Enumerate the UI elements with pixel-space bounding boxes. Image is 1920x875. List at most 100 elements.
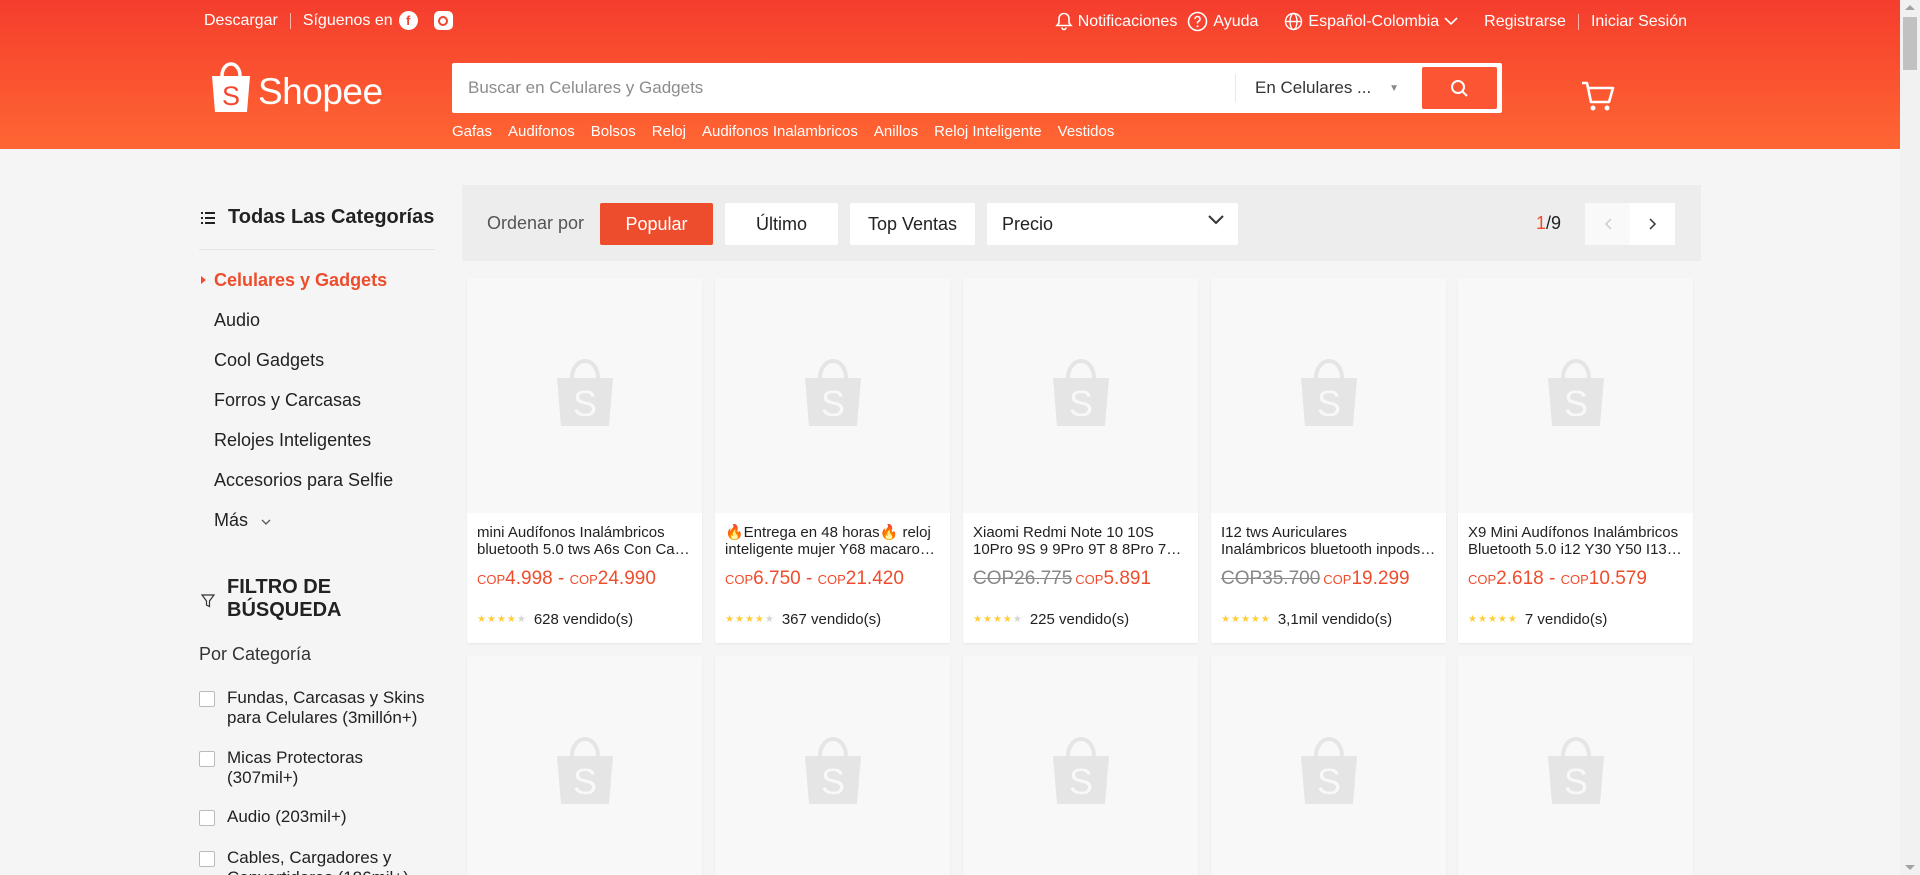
category-item[interactable]: Cool Gadgets: [214, 350, 324, 371]
star-icon: ★: [725, 613, 734, 625]
star-icon: ★: [1230, 613, 1240, 625]
page-scrollbar[interactable]: [1900, 0, 1920, 875]
filter-checkbox-item[interactable]: Cables, Cargadores y Convertidores (186m…: [199, 848, 439, 875]
sold-count: 367 vendido(s): [781, 611, 882, 628]
shopee-bag-icon: S: [1048, 356, 1114, 435]
star-icon: ★: [744, 613, 754, 625]
current-page: 1: [1536, 213, 1547, 233]
product-image-placeholder[interactable]: S: [467, 656, 702, 875]
sort-latest-button[interactable]: Último: [725, 203, 838, 245]
category-item[interactable]: Accesorios para Selfie: [214, 470, 393, 491]
rating-stars: ★ ★ ★ ★ ★: [1221, 613, 1270, 625]
price-max: 10.579: [1588, 568, 1647, 589]
product-image-placeholder[interactable]: S: [1211, 656, 1446, 875]
product-image-placeholder[interactable]: S: [1211, 278, 1446, 513]
help-link[interactable]: Ayuda: [1187, 11, 1258, 32]
svg-text:S: S: [1563, 761, 1587, 802]
scroll-down-arrow[interactable]: [1905, 865, 1915, 870]
checkbox[interactable]: [199, 751, 215, 767]
product-image-placeholder[interactable]: S: [1458, 656, 1693, 875]
star-icon: ★: [1487, 613, 1497, 625]
product-card-placeholder[interactable]: S: [1211, 656, 1446, 875]
register-link[interactable]: Registrarse: [1484, 13, 1566, 31]
scroll-thumb[interactable]: [1903, 17, 1917, 70]
product-image-placeholder[interactable]: S: [715, 278, 950, 513]
product-card-placeholder[interactable]: S: [963, 656, 1198, 875]
product-name[interactable]: X9 Mini Audífonos Inalámbricos Bluetooth…: [1468, 524, 1683, 558]
product-name[interactable]: 🔥Entrega en 48 horas🔥 reloj inteligente …: [725, 524, 940, 558]
product-card[interactable]: S Xiaomi Redmi Note 10 10S 10Pro 9S 9 9Pr…: [963, 278, 1198, 643]
more-categories-toggle[interactable]: Más: [214, 510, 271, 531]
instagram-icon[interactable]: [433, 11, 453, 30]
checkbox[interactable]: [199, 810, 215, 826]
product-card-placeholder[interactable]: S: [467, 656, 702, 875]
suggestion-link[interactable]: Vestidos: [1058, 123, 1115, 140]
filter-checkbox-item[interactable]: Audio (203mil+): [199, 807, 439, 827]
notifications-link[interactable]: Notificaciones: [1055, 12, 1177, 31]
product-image-placeholder[interactable]: S: [467, 278, 702, 513]
sort-popular-button[interactable]: Popular: [600, 203, 713, 245]
star-icon: ★: [1477, 613, 1487, 625]
search-scope-select[interactable]: En Celulares ... ▼: [1235, 74, 1413, 102]
search-button[interactable]: [1422, 67, 1497, 109]
product-name[interactable]: mini Audífonos Inalámbricos bluetooth 5.…: [477, 524, 692, 558]
product-image-placeholder[interactable]: S: [963, 656, 1198, 875]
facebook-icon[interactable]: f: [398, 11, 418, 30]
search-input[interactable]: [468, 63, 1238, 113]
scroll-up-arrow[interactable]: [1905, 5, 1915, 10]
category-item[interactable]: Audio: [214, 310, 260, 331]
product-image-placeholder[interactable]: S: [715, 656, 950, 875]
shopee-logo[interactable]: S Shopee: [208, 60, 383, 115]
search-filter-title: FILTRO DE BÚSQUEDA: [227, 576, 342, 621]
checkbox[interactable]: [199, 691, 215, 707]
help-icon: [1188, 11, 1208, 32]
filter-by-category-label: Por Categoría: [199, 644, 312, 664]
sort-price-select[interactable]: Precio: [987, 203, 1238, 245]
all-categories-header[interactable]: Todas Las Categorías: [199, 206, 435, 250]
product-price: COP6.750 - COP21.420: [725, 568, 904, 590]
product-card[interactable]: S I12 tws Auriculares Inalámbricos blueto…: [1211, 278, 1446, 643]
product-card[interactable]: S 🔥Entrega en 48 horas🔥 reloj inteligente…: [715, 278, 950, 643]
product-card[interactable]: Smini Audífonos Inalámbricos bluetooth 5…: [467, 278, 702, 643]
product-card-placeholder[interactable]: S: [1458, 656, 1693, 875]
product-image-placeholder[interactable]: S: [1458, 278, 1693, 513]
currency-label: COP: [569, 572, 598, 587]
prev-page-button[interactable]: [1585, 203, 1630, 245]
follow-label: Síguenos en: [302, 11, 393, 29]
suggestion-link[interactable]: Audifonos: [508, 123, 575, 140]
star-icon: ★: [973, 613, 982, 625]
suggestion-link[interactable]: Anillos: [874, 123, 918, 140]
product-meta: ★ ★ ★ ★ ★ 367 vendido(s): [725, 611, 881, 628]
checkbox[interactable]: [199, 851, 215, 867]
cart-button[interactable]: [1580, 80, 1616, 119]
login-link[interactable]: Iniciar Sesión: [1591, 13, 1687, 31]
currency-label: COP: [725, 572, 754, 587]
download-link[interactable]: Descargar: [204, 12, 278, 30]
svg-text:S: S: [1316, 761, 1340, 802]
suggestion-link[interactable]: Bolsos: [591, 123, 636, 140]
language-selector[interactable]: Español-Colombia: [1284, 12, 1458, 31]
product-name[interactable]: Xiaomi Redmi Note 10 10S 10Pro 9S 9 9Pro…: [973, 524, 1188, 558]
category-item-active[interactable]: Celulares y Gadgets: [201, 270, 387, 291]
product-card[interactable]: S X9 Mini Audífonos Inalámbricos Bluetoot…: [1458, 278, 1693, 643]
next-page-button[interactable]: [1630, 203, 1675, 245]
total-pages: /9: [1546, 213, 1562, 233]
sort-top-sales-button[interactable]: Top Ventas: [850, 203, 975, 245]
category-item[interactable]: Forros y Carcasas: [214, 390, 361, 411]
product-card-placeholder[interactable]: S: [715, 656, 950, 875]
suggestion-link[interactable]: Reloj: [652, 123, 686, 140]
product-image-placeholder[interactable]: S: [963, 278, 1198, 513]
language-label: Español-Colombia: [1308, 12, 1440, 30]
suggestion-link[interactable]: Gafas: [452, 123, 492, 140]
product-name[interactable]: I12 tws Auriculares Inalámbricos bluetoo…: [1221, 524, 1436, 558]
currency-label: COP: [1075, 572, 1104, 587]
star-icon: ★: [1497, 613, 1507, 625]
suggestion-link[interactable]: Audifonos Inalambricos: [702, 123, 858, 140]
svg-text:S: S: [1068, 761, 1092, 802]
filter-checkbox-item[interactable]: Micas Protectoras (307mil+): [199, 748, 439, 788]
category-item[interactable]: Relojes Inteligentes: [214, 430, 371, 451]
filter-checkbox-item[interactable]: Fundas, Carcasas y Skins para Celulares …: [199, 688, 439, 728]
suggestion-link[interactable]: Reloj Inteligente: [934, 123, 1042, 140]
help-label: Ayuda: [1213, 12, 1259, 30]
chevron-down-icon: [261, 519, 271, 525]
